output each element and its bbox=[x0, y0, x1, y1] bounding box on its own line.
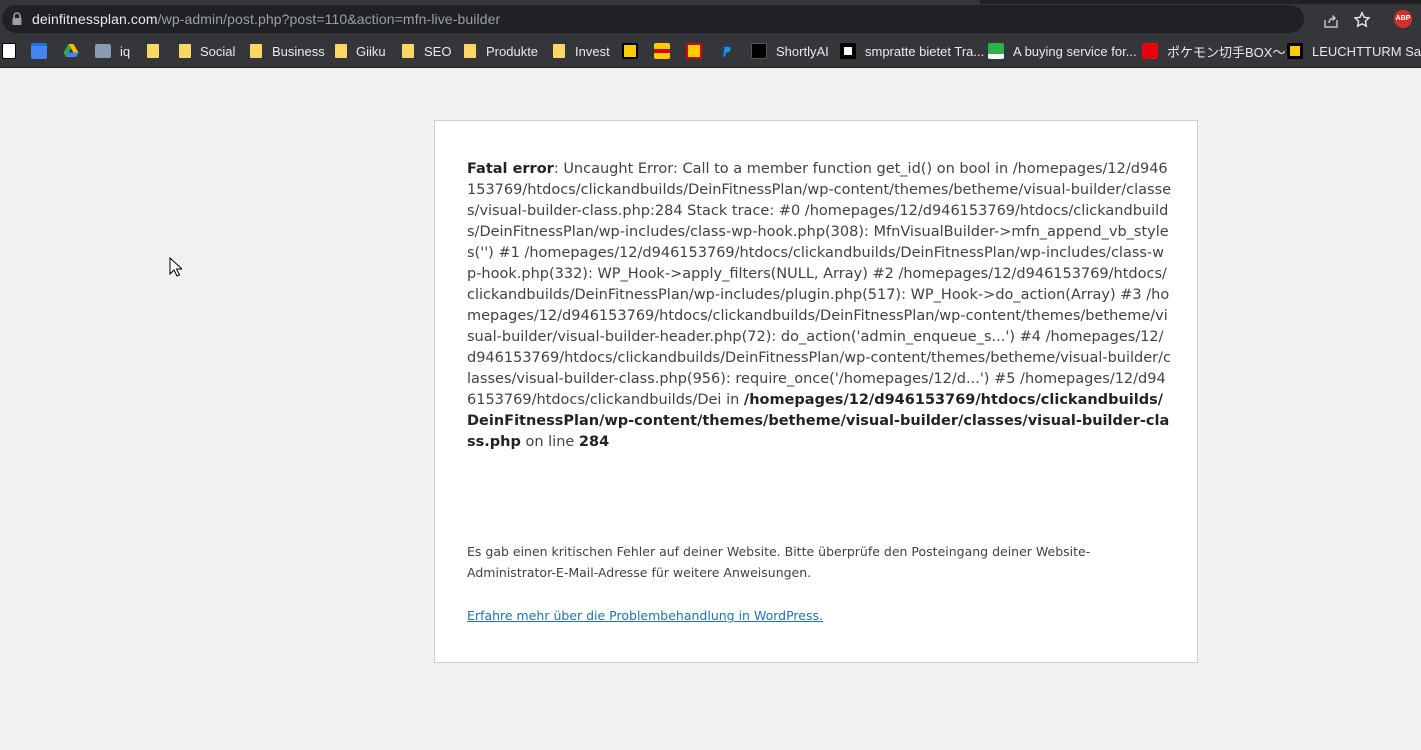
folder-icon bbox=[250, 44, 262, 58]
buyee-icon bbox=[988, 43, 1004, 59]
bookmark-patreon[interactable]: smpratte bietet Tra... bbox=[840, 42, 984, 60]
folder-icon bbox=[464, 44, 476, 58]
package-icon bbox=[686, 43, 702, 59]
bookmark-folder-produkte[interactable]: Produkte bbox=[464, 42, 538, 60]
iq-site-icon bbox=[95, 44, 111, 58]
bookmark-folder-unnamed[interactable] bbox=[147, 42, 179, 60]
bookmark-japan-post[interactable]: ポケモン切手BOX〜... bbox=[1142, 42, 1296, 60]
patreon-icon bbox=[840, 43, 856, 59]
bookmark-label: A buying service for... bbox=[1013, 43, 1137, 59]
error-message: : Uncaught Error: Call to a member funct… bbox=[467, 161, 1172, 408]
japan-post-icon bbox=[1142, 43, 1158, 59]
fatal-error-label: Fatal error bbox=[467, 161, 554, 177]
troubleshooting-link[interactable]: Erfahre mehr über die Problembehandlung … bbox=[467, 608, 823, 623]
lock-icon[interactable] bbox=[11, 12, 23, 26]
bookmark-mail[interactable] bbox=[654, 42, 679, 60]
notion-icon bbox=[2, 43, 16, 59]
leuchtturm-icon bbox=[1287, 43, 1303, 59]
fatal-error-text: Fatal error: Uncaught Error: Call to a m… bbox=[467, 159, 1172, 453]
share-icon[interactable] bbox=[1322, 12, 1340, 30]
folder-icon bbox=[402, 44, 414, 58]
mouse-cursor-icon bbox=[169, 257, 182, 277]
star-icon[interactable] bbox=[1353, 11, 1371, 29]
bookmarks-bar: iq Social Business Giiku SEO Produkte In… bbox=[0, 35, 1421, 68]
url-path: /wp-admin/post.php?post=110&action=mfn-l… bbox=[157, 11, 501, 27]
bookmark-label: smpratte bietet Tra... bbox=[865, 43, 985, 59]
folder-icon bbox=[179, 44, 191, 58]
shortlyai-icon bbox=[751, 43, 767, 59]
paypal-icon bbox=[721, 45, 732, 57]
bookmark-folder-social[interactable]: Social bbox=[179, 42, 235, 60]
bookmark-label: iq bbox=[120, 43, 131, 59]
wp-die-message-box: Fatal error: Uncaught Error: Call to a m… bbox=[434, 120, 1198, 663]
bookmark-paypal[interactable] bbox=[718, 42, 743, 60]
bookmark-folder-giiku[interactable]: Giiku bbox=[335, 42, 386, 60]
folder-icon bbox=[147, 44, 159, 58]
adblock-extension-icon[interactable]: ABP bbox=[1394, 10, 1412, 28]
post-icon bbox=[622, 43, 638, 59]
google-drive-icon bbox=[63, 44, 79, 57]
bookmark-shortlyai[interactable]: ShortlyAI bbox=[751, 42, 829, 60]
bookmark-package[interactable] bbox=[686, 42, 711, 60]
bookmark-label: Giiku bbox=[356, 43, 386, 59]
bookmark-folder-seo[interactable]: SEO bbox=[402, 42, 451, 60]
bookmark-post[interactable] bbox=[622, 42, 647, 60]
bookmark-label: Invest bbox=[575, 43, 610, 59]
address-bar: deinfitnessplan.com/wp-admin/post.php?po… bbox=[0, 4, 1421, 35]
bookmark-label: Social bbox=[200, 43, 236, 59]
bookmark-label: Business bbox=[272, 43, 325, 59]
url-host: deinfitnessplan.com bbox=[32, 11, 158, 27]
mail-icon bbox=[654, 43, 670, 59]
bookmark-leuchtturm[interactable]: LEUCHTTURM Sam... bbox=[1287, 42, 1421, 60]
critical-error-notice: Es gab einen kritischen Fehler auf deine… bbox=[467, 544, 1091, 580]
bookmark-folder-invest[interactable]: Invest bbox=[553, 42, 610, 60]
bookmark-folder-business[interactable]: Business bbox=[250, 42, 325, 60]
error-line-number: 284 bbox=[578, 434, 610, 450]
bookmark-notion[interactable] bbox=[2, 42, 25, 60]
bookmark-calendar[interactable] bbox=[31, 42, 56, 60]
folder-icon bbox=[335, 44, 347, 58]
bookmark-label: LEUCHTTURM Sam... bbox=[1312, 43, 1421, 59]
bookmark-label: Produkte bbox=[486, 43, 539, 59]
omnibox[interactable]: deinfitnessplan.com/wp-admin/post.php?po… bbox=[2, 5, 1338, 33]
bookmark-iq[interactable]: iq bbox=[95, 42, 130, 60]
bookmark-label: SEO bbox=[424, 43, 452, 59]
url-text[interactable]: deinfitnessplan.com/wp-admin/post.php?po… bbox=[32, 11, 500, 27]
on-line-text: on line bbox=[525, 434, 575, 450]
bookmark-label: ポケモン切手BOX〜... bbox=[1167, 44, 1297, 60]
calendar-icon bbox=[31, 43, 47, 59]
bookmark-buyee[interactable]: A buying service for... bbox=[988, 42, 1137, 60]
bookmark-google-drive[interactable] bbox=[63, 42, 88, 60]
folder-icon bbox=[553, 44, 565, 58]
bookmark-label: ShortlyAI bbox=[776, 43, 829, 59]
